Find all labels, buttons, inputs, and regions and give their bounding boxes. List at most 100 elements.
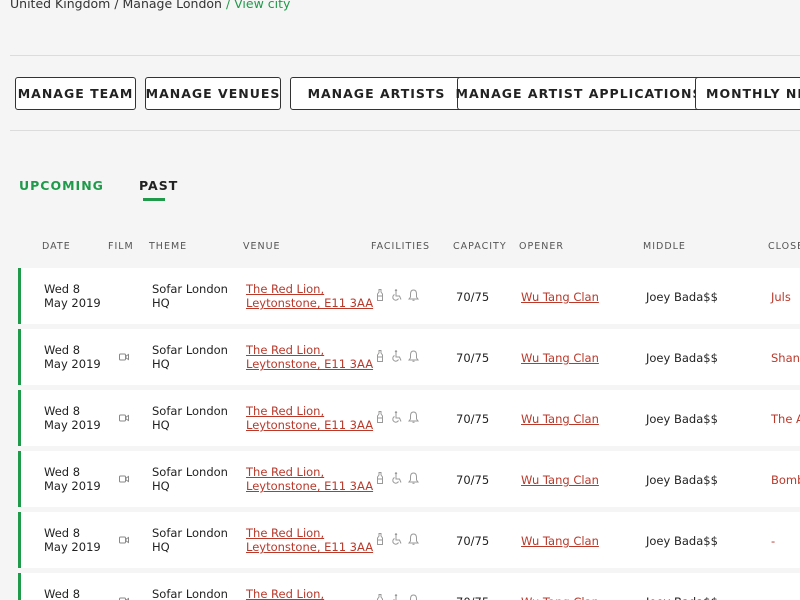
bell-icon [408,472,419,484]
video-camera-icon [119,536,129,544]
opener-link[interactable]: Wu Tang Clan [521,351,599,365]
opener-link[interactable]: Wu Tang Clan [521,412,599,426]
column-header-capacity[interactable]: CAPACITY [453,241,507,252]
wheelchair-icon [392,289,402,301]
table-row[interactable]: Wed 8May 2019 Sofar LondonHQ The Red Lion,… [18,390,800,446]
opener-link[interactable]: Wu Tang Clan [521,534,599,548]
event-date-month: May 2019 [44,479,101,493]
video-camera-icon [119,353,129,361]
facilities-icons [376,533,422,545]
wheelchair-icon [393,594,398,600]
column-header-facilities[interactable]: FACILITIES [371,241,430,252]
venue-link-line2[interactable]: Leytonstone, E11 3AA [246,296,373,310]
table-row[interactable]: Wed 8May 2019Sofar LondonHQThe Red Lion,… [18,512,800,568]
event-theme: Sofar London [152,465,228,479]
event-capacity: 70/75 [456,534,490,548]
bottle-icon [377,533,383,545]
event-date-day: Wed 8 [44,404,81,418]
breadcrumb-separator: / [110,0,123,11]
venue-link-line2[interactable]: Leytonstone, E11 3AA [246,479,373,493]
event-theme: Sofar London [152,526,228,540]
event-theme-line2: HQ [152,418,170,432]
opener-link[interactable]: Wu Tang Clan [521,473,599,487]
event-capacity: 70/75 [456,351,490,365]
venue-link[interactable]: The Red Lion, [246,526,324,540]
event-theme: Sofar London [152,282,228,296]
opener-link[interactable]: Wu Tang Clan [521,595,599,600]
manage-artists-button[interactable]: MANAGE ARTISTS [290,77,463,110]
event-capacity: 70/75 [456,473,490,487]
closer-artist[interactable]: Shane [771,351,800,365]
event-date-month: May 2019 [44,357,101,371]
breadcrumb-country[interactable]: United Kingdom [10,0,110,11]
venue-link[interactable]: The Red Lion, [246,465,324,479]
tab-past[interactable]: PAST [139,178,179,201]
wheelchair-icon [392,472,402,484]
tab-past-label: PAST [139,178,179,193]
manage-venues-button[interactable]: MANAGE VENUES [145,77,281,110]
bottle-icon [377,594,383,600]
middle-artist: Joey Bada$$ [646,290,718,304]
event-date-month: May 2019 [44,418,101,432]
event-capacity: 70/75 [456,290,490,304]
column-header-date[interactable]: DATE [42,241,71,252]
facilities-icons [376,472,422,484]
table-row[interactable]: Wed 8May 2019Sofar LondonHQThe Red Lion,… [18,329,800,385]
event-theme: Sofar London [152,343,228,357]
event-date-month: May 2019 [44,296,101,310]
action-buttons: MANAGE TEAM MANAGE VENUES MANAGE ARTISTS… [15,77,800,110]
bell-icon [408,533,419,545]
breadcrumb-manage-city[interactable]: Manage London [123,0,222,11]
event-capacity: 70/75 [456,595,489,600]
bottle-icon [377,472,383,484]
column-header-venue[interactable]: VENUE [243,241,281,252]
venue-link[interactable]: The Red Lion, [246,343,324,357]
column-header-middle[interactable]: MIDDLE [643,241,686,252]
manage-artist-applications-button[interactable]: MANAGE ARTIST APPLICATIONS [456,77,701,110]
table-row[interactable]: Wed 8May 2019 Sofar LondonHQ The Red Lion,… [18,268,800,324]
table-row[interactable]: Wed 8May 2019Sofar LondonHQThe Red Lion,… [18,451,800,507]
column-header-opener[interactable]: OPENER [519,241,564,252]
closer-artist[interactable]: The Ar [771,412,800,426]
event-date-month: May 2019 [44,540,101,554]
venue-link-line2[interactable]: Leytonstone, E11 3AA [246,540,373,554]
venue-link-line2[interactable]: Leytonstone, E11 3AA [246,418,373,432]
venue-link[interactable]: The Red Lion, [246,282,324,296]
event-date-day: Wed 8 [44,587,81,600]
wheelchair-icon [392,533,402,545]
bottle-icon [377,350,383,362]
middle-artist: Joey Bada$$ [646,534,718,548]
breadcrumb-current: / [221,0,235,11]
breadcrumb-view-city: View city [234,0,291,11]
bottle-icon [377,289,383,301]
column-header-closer[interactable]: CLOSER [768,241,800,252]
wheelchair-icon [392,350,402,362]
event-date-day: Wed 8 [44,282,81,296]
middle-artist: Joey Bada$$ [646,595,718,600]
table-row[interactable]: Wed 8May 2019Sofar LondonHQThe Red Lion,… [18,573,800,600]
tab-upcoming[interactable]: UPCOMING [19,178,104,193]
venue-link-line2[interactable]: Leytonstone, E11 3AA [246,357,373,371]
middle-artist: Joey Bada$$ [646,412,718,426]
venue-link[interactable]: The Red Lion, [246,587,324,600]
event-theme: Sofar London [152,404,228,418]
event-theme-line2: HQ [152,296,170,310]
column-header-film[interactable]: FILM [108,241,134,252]
breadcrumb: United Kingdom / Manage London / View ci… [10,0,290,11]
closer-artist[interactable]: - [771,534,775,548]
page: United Kingdom / Manage London / View ci… [0,0,800,600]
monthly-newsletter-button[interactable]: MONTHLY NEW [695,77,800,110]
video-camera-icon [119,414,129,422]
opener-link[interactable]: Wu Tang Clan [521,290,599,304]
closer-artist[interactable]: Juls [771,290,791,304]
manage-team-button[interactable]: MANAGE TEAM [15,77,136,110]
venue-link[interactable]: The Red Lion, [246,404,324,418]
bell-icon [408,411,419,423]
closer-artist[interactable]: Bomba [771,473,800,487]
event-date-day: Wed 8 [44,526,81,540]
table-header: DATE FILM THEME VENUE FACILITIES CAPACIT… [0,241,800,255]
divider [10,55,800,56]
middle-artist: Joey Bada$$ [646,351,718,365]
event-theme-line2: HQ [152,479,170,493]
column-header-theme[interactable]: THEME [149,241,187,252]
